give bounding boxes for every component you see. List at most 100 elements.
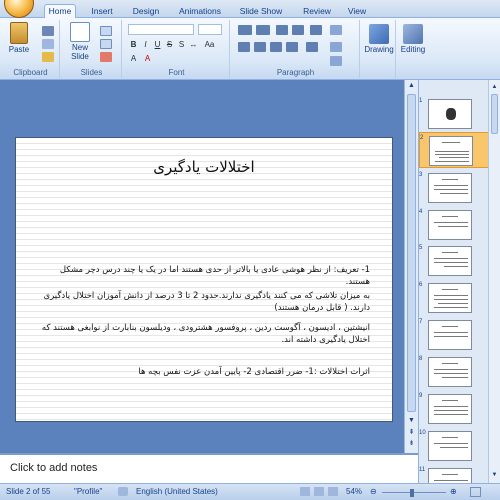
slide-paragraph-3[interactable]: انیشتین ، ادیسون ، آگوست ردین ، پروفسور … xyxy=(40,322,370,346)
slide-paragraph-1[interactable]: 1- تعریف: از نظر هوشی عادی یا بالاتر از … xyxy=(40,264,370,288)
clear-formatting-icon[interactable]: A xyxy=(128,54,139,64)
zoom-level[interactable]: 54% xyxy=(346,487,362,496)
line-spacing-icon[interactable] xyxy=(310,25,322,35)
slide-paragraph-4[interactable]: اثرات اختلالات :1- ضرر اقتصادی 2- پایین … xyxy=(40,366,370,378)
thumbnails-scroll-thumb[interactable] xyxy=(491,94,498,134)
thumbnail-number: 9 xyxy=(419,393,423,399)
slide-counter: Slide 2 of 55 xyxy=(6,487,51,496)
columns-icon[interactable] xyxy=(306,42,318,52)
slide-vertical-scrollbar[interactable]: ▲ ▼ ⇞ ⇟ xyxy=(404,80,418,453)
thumbnail-image[interactable] xyxy=(428,283,472,313)
thumbnail-item-selected[interactable]: 2 xyxy=(419,132,489,168)
italic-icon[interactable]: I xyxy=(140,40,151,50)
slide-title[interactable]: اختلالات یادگیری xyxy=(16,158,392,176)
delete-slide-icon[interactable] xyxy=(100,52,112,62)
justify-icon[interactable] xyxy=(286,42,298,52)
thumbnail-image[interactable] xyxy=(428,468,472,483)
previous-slide-icon[interactable]: ⇞ xyxy=(406,428,417,438)
slide-sorter-icon[interactable] xyxy=(314,487,324,496)
tab-review[interactable]: Review xyxy=(300,5,334,18)
thumbnail-item[interactable]: 5 xyxy=(419,243,489,279)
numbering-icon[interactable] xyxy=(256,25,270,35)
thumbnail-number: 1 xyxy=(419,98,423,104)
zoom-slider-thumb[interactable] xyxy=(410,489,414,497)
tab-home[interactable]: Home xyxy=(44,4,76,19)
cut-icon[interactable] xyxy=(42,26,54,36)
tab-insert[interactable]: Insert xyxy=(88,5,116,18)
thumbnail-image[interactable] xyxy=(428,320,472,350)
editing-button[interactable]: Editing xyxy=(398,24,428,54)
thumbnail-image[interactable] xyxy=(428,357,472,387)
next-slide-icon[interactable]: ⇟ xyxy=(406,439,417,449)
thumbnail-image[interactable] xyxy=(428,173,472,203)
thumbnail-item[interactable]: 8 xyxy=(419,354,489,390)
zoom-out-icon[interactable]: ⊖ xyxy=(370,487,377,496)
thumbnail-image[interactable] xyxy=(428,431,472,461)
thumbnail-image[interactable] xyxy=(428,394,472,424)
thumbnail-item[interactable]: 3 xyxy=(419,170,489,206)
thumbnails-scrollbar[interactable]: ▲ ▼ xyxy=(488,80,500,483)
current-slide[interactable]: اختلالات یادگیری 1- تعریف: از نظر هوشی ع… xyxy=(15,137,393,422)
align-right-icon[interactable] xyxy=(270,42,282,52)
thumbnail-number: 2 xyxy=(420,135,424,141)
thumbnail-item[interactable]: 7 xyxy=(419,317,489,353)
align-left-icon[interactable] xyxy=(238,42,250,52)
tab-animations[interactable]: Animations xyxy=(176,5,224,18)
thumbnail-item[interactable]: 9 xyxy=(419,391,489,427)
reset-icon[interactable] xyxy=(100,39,112,49)
align-center-icon[interactable] xyxy=(254,42,266,52)
thumbnails-scroll-up-icon[interactable]: ▲ xyxy=(490,82,499,92)
thumbnail-item[interactable]: 11 xyxy=(419,465,489,483)
thumbnail-image[interactable] xyxy=(428,210,472,240)
align-text-icon[interactable] xyxy=(330,42,342,52)
tab-view[interactable]: View xyxy=(346,5,368,18)
thumbnail-image[interactable] xyxy=(428,246,472,276)
scroll-down-icon[interactable]: ▼ xyxy=(406,416,417,426)
language-indicator[interactable]: English (United States) xyxy=(136,487,218,496)
character-spacing-icon[interactable]: ↔ xyxy=(188,40,199,50)
fit-to-window-icon[interactable] xyxy=(470,487,481,497)
layout-icon[interactable] xyxy=(100,26,112,36)
new-slide-button[interactable]: New Slide xyxy=(66,22,94,61)
text-direction-icon[interactable] xyxy=(330,25,342,35)
scroll-up-icon[interactable]: ▲ xyxy=(406,81,417,91)
theme-name: "Profile" xyxy=(74,487,103,496)
tab-design[interactable]: Design xyxy=(130,5,162,18)
underline-icon[interactable]: U xyxy=(152,40,163,50)
normal-view-icon[interactable] xyxy=(300,487,310,496)
font-color-icon[interactable]: A xyxy=(142,54,153,64)
paste-button[interactable]: Paste xyxy=(6,22,32,54)
smartart-icon[interactable] xyxy=(330,56,342,66)
tab-slide-show[interactable]: Slide Show xyxy=(238,5,284,18)
thumbnail-image[interactable] xyxy=(429,136,473,166)
strikethrough-icon[interactable]: S xyxy=(164,40,175,50)
drawing-button[interactable]: Drawing xyxy=(362,24,396,54)
bullets-icon[interactable] xyxy=(238,25,252,35)
copy-icon[interactable] xyxy=(42,39,54,49)
decrease-indent-icon[interactable] xyxy=(276,25,288,35)
notes-pane[interactable]: Click to add notes xyxy=(0,453,418,483)
format-painter-icon[interactable] xyxy=(42,52,54,62)
scroll-thumb[interactable] xyxy=(407,94,416,412)
spell-check-icon[interactable] xyxy=(118,487,128,496)
thumbnail-item[interactable]: 6 xyxy=(419,280,489,316)
thumbnail-number: 8 xyxy=(419,356,423,362)
office-button[interactable] xyxy=(4,0,34,18)
thumbnail-item[interactable]: 1 xyxy=(419,96,489,132)
zoom-slider[interactable] xyxy=(382,492,446,493)
thumbnails-scroll-down-icon[interactable]: ▼ xyxy=(490,470,499,480)
font-family-dropdown[interactable] xyxy=(128,24,194,35)
bold-icon[interactable]: B xyxy=(128,40,139,50)
thumbnail-item[interactable]: 4 xyxy=(419,207,489,243)
zoom-in-icon[interactable]: ⊕ xyxy=(450,487,457,496)
clipboard-group-label: Clipboard xyxy=(13,68,48,77)
increase-indent-icon[interactable] xyxy=(292,25,304,35)
shadow-icon[interactable]: S xyxy=(176,40,187,50)
change-case-icon[interactable]: Aa xyxy=(204,40,215,50)
thumbnail-item[interactable]: 10 xyxy=(419,428,489,464)
notes-placeholder[interactable]: Click to add notes xyxy=(10,462,97,474)
font-size-dropdown[interactable] xyxy=(198,24,222,35)
thumbnail-image[interactable] xyxy=(428,99,472,129)
slide-show-icon[interactable] xyxy=(328,487,338,496)
slide-paragraph-2[interactable]: به میزان تلاشی که می کنند یادگیری ندارند… xyxy=(40,290,370,314)
